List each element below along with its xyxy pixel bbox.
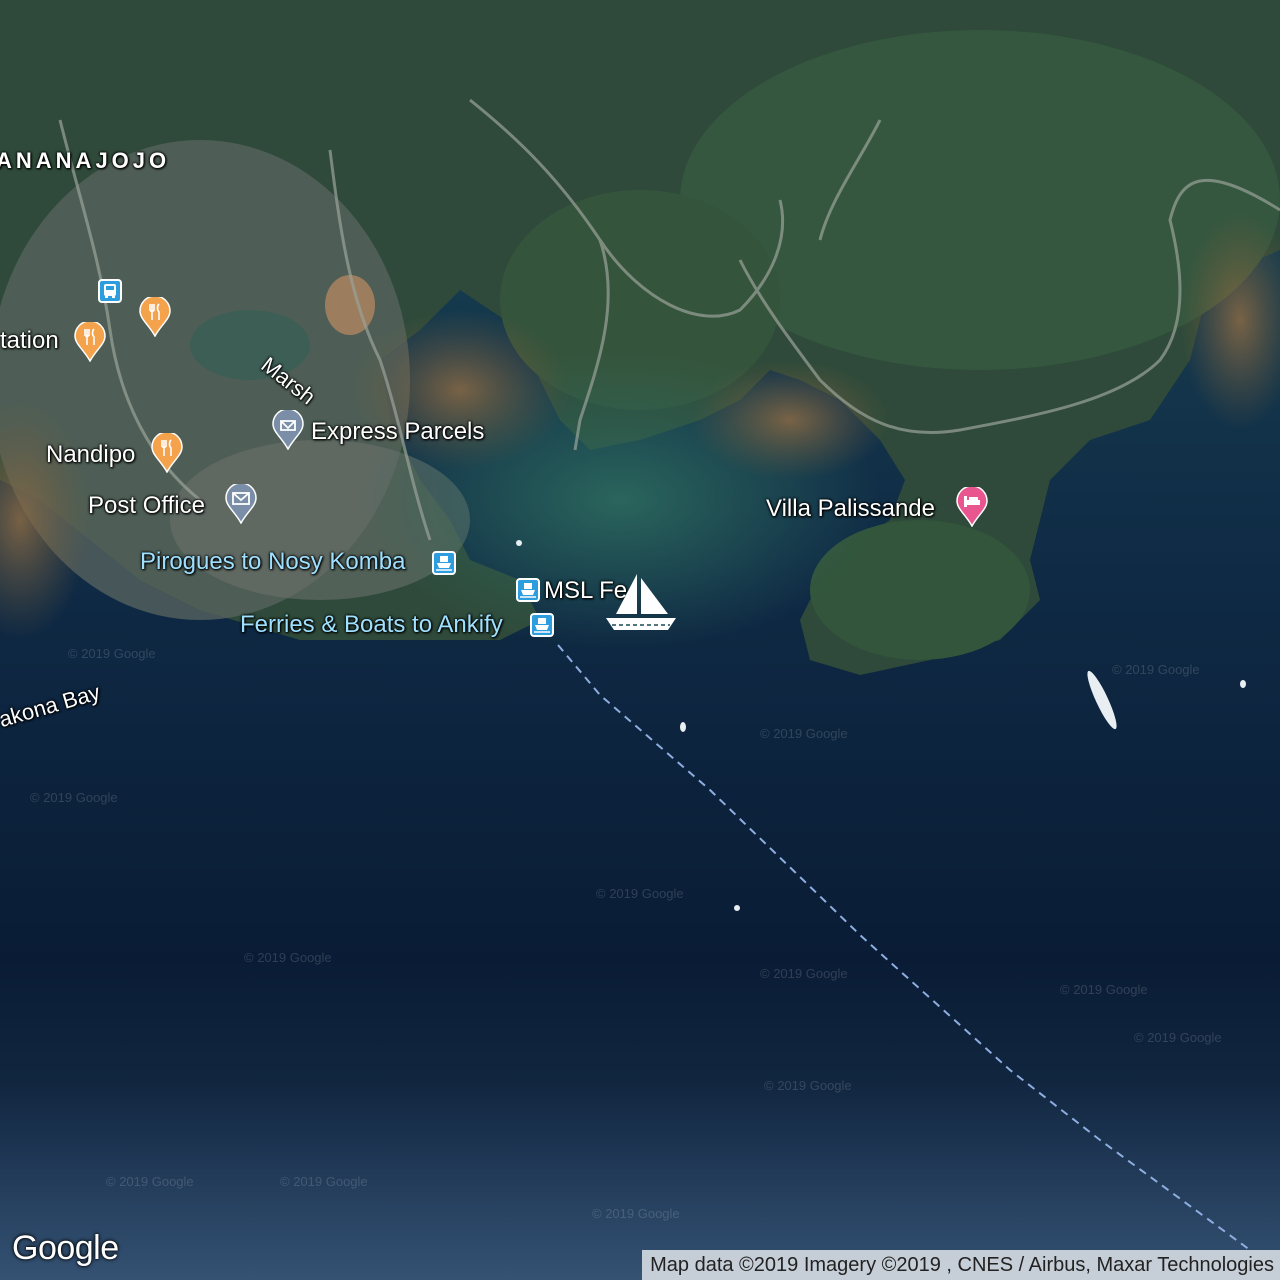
map-watermark: © 2019 Google (760, 726, 848, 741)
map-watermark: © 2019 Google (30, 790, 118, 805)
hotel-pin-icon[interactable] (956, 487, 988, 527)
mud-flat (350, 310, 570, 470)
ferry-icon[interactable] (530, 613, 554, 637)
google-logo: Google (12, 1229, 119, 1267)
map-watermark: © 2019 Google (1060, 982, 1148, 997)
map-watermark: © 2019 Google (106, 1174, 194, 1189)
villa-label[interactable]: Villa Palissande (766, 495, 935, 523)
town-label: ANANAJOJO (0, 148, 171, 173)
satellite-map[interactable] (0, 0, 1280, 1280)
map-attribution[interactable]: Map data ©2019 Imagery ©2019 , CNES / Ai… (642, 1250, 1280, 1280)
parcel-pin-icon[interactable] (272, 410, 304, 450)
ferries-boats-label[interactable]: Ferries & Boats to Ankify (240, 611, 503, 639)
nandipo-label[interactable]: Nandipo (46, 441, 135, 469)
bus-stop-icon[interactable] (98, 279, 122, 303)
map-watermark: © 2019 Google (244, 950, 332, 965)
mud-flat (325, 275, 375, 335)
restaurant-icon[interactable] (151, 433, 183, 473)
mud-flat (690, 360, 890, 480)
restaurant-icon[interactable] (139, 297, 171, 337)
sailboat-icon[interactable] (604, 570, 678, 638)
mail-pin-icon[interactable] (225, 484, 257, 524)
map-watermark: © 2019 Google (68, 646, 156, 661)
post-office-label[interactable]: Post Office (88, 492, 205, 520)
map-watermark: © 2019 Google (596, 886, 684, 901)
restaurant-icon[interactable] (74, 322, 106, 362)
ferry-icon[interactable] (516, 578, 540, 602)
map-watermark: © 2019 Google (1112, 662, 1200, 677)
express-parcels-label[interactable]: Express Parcels (311, 418, 484, 446)
map-watermark: © 2019 Google (760, 966, 848, 981)
map-watermark: © 2019 Google (1134, 1030, 1222, 1045)
map-watermark: © 2019 Google (592, 1206, 680, 1221)
station-label: tation (0, 327, 59, 354)
ferry-icon[interactable] (432, 551, 456, 575)
pirogues-label[interactable]: Pirogues to Nosy Komba (140, 548, 405, 576)
map-watermark: © 2019 Google (280, 1174, 368, 1189)
map-watermark: © 2019 Google (764, 1078, 852, 1093)
